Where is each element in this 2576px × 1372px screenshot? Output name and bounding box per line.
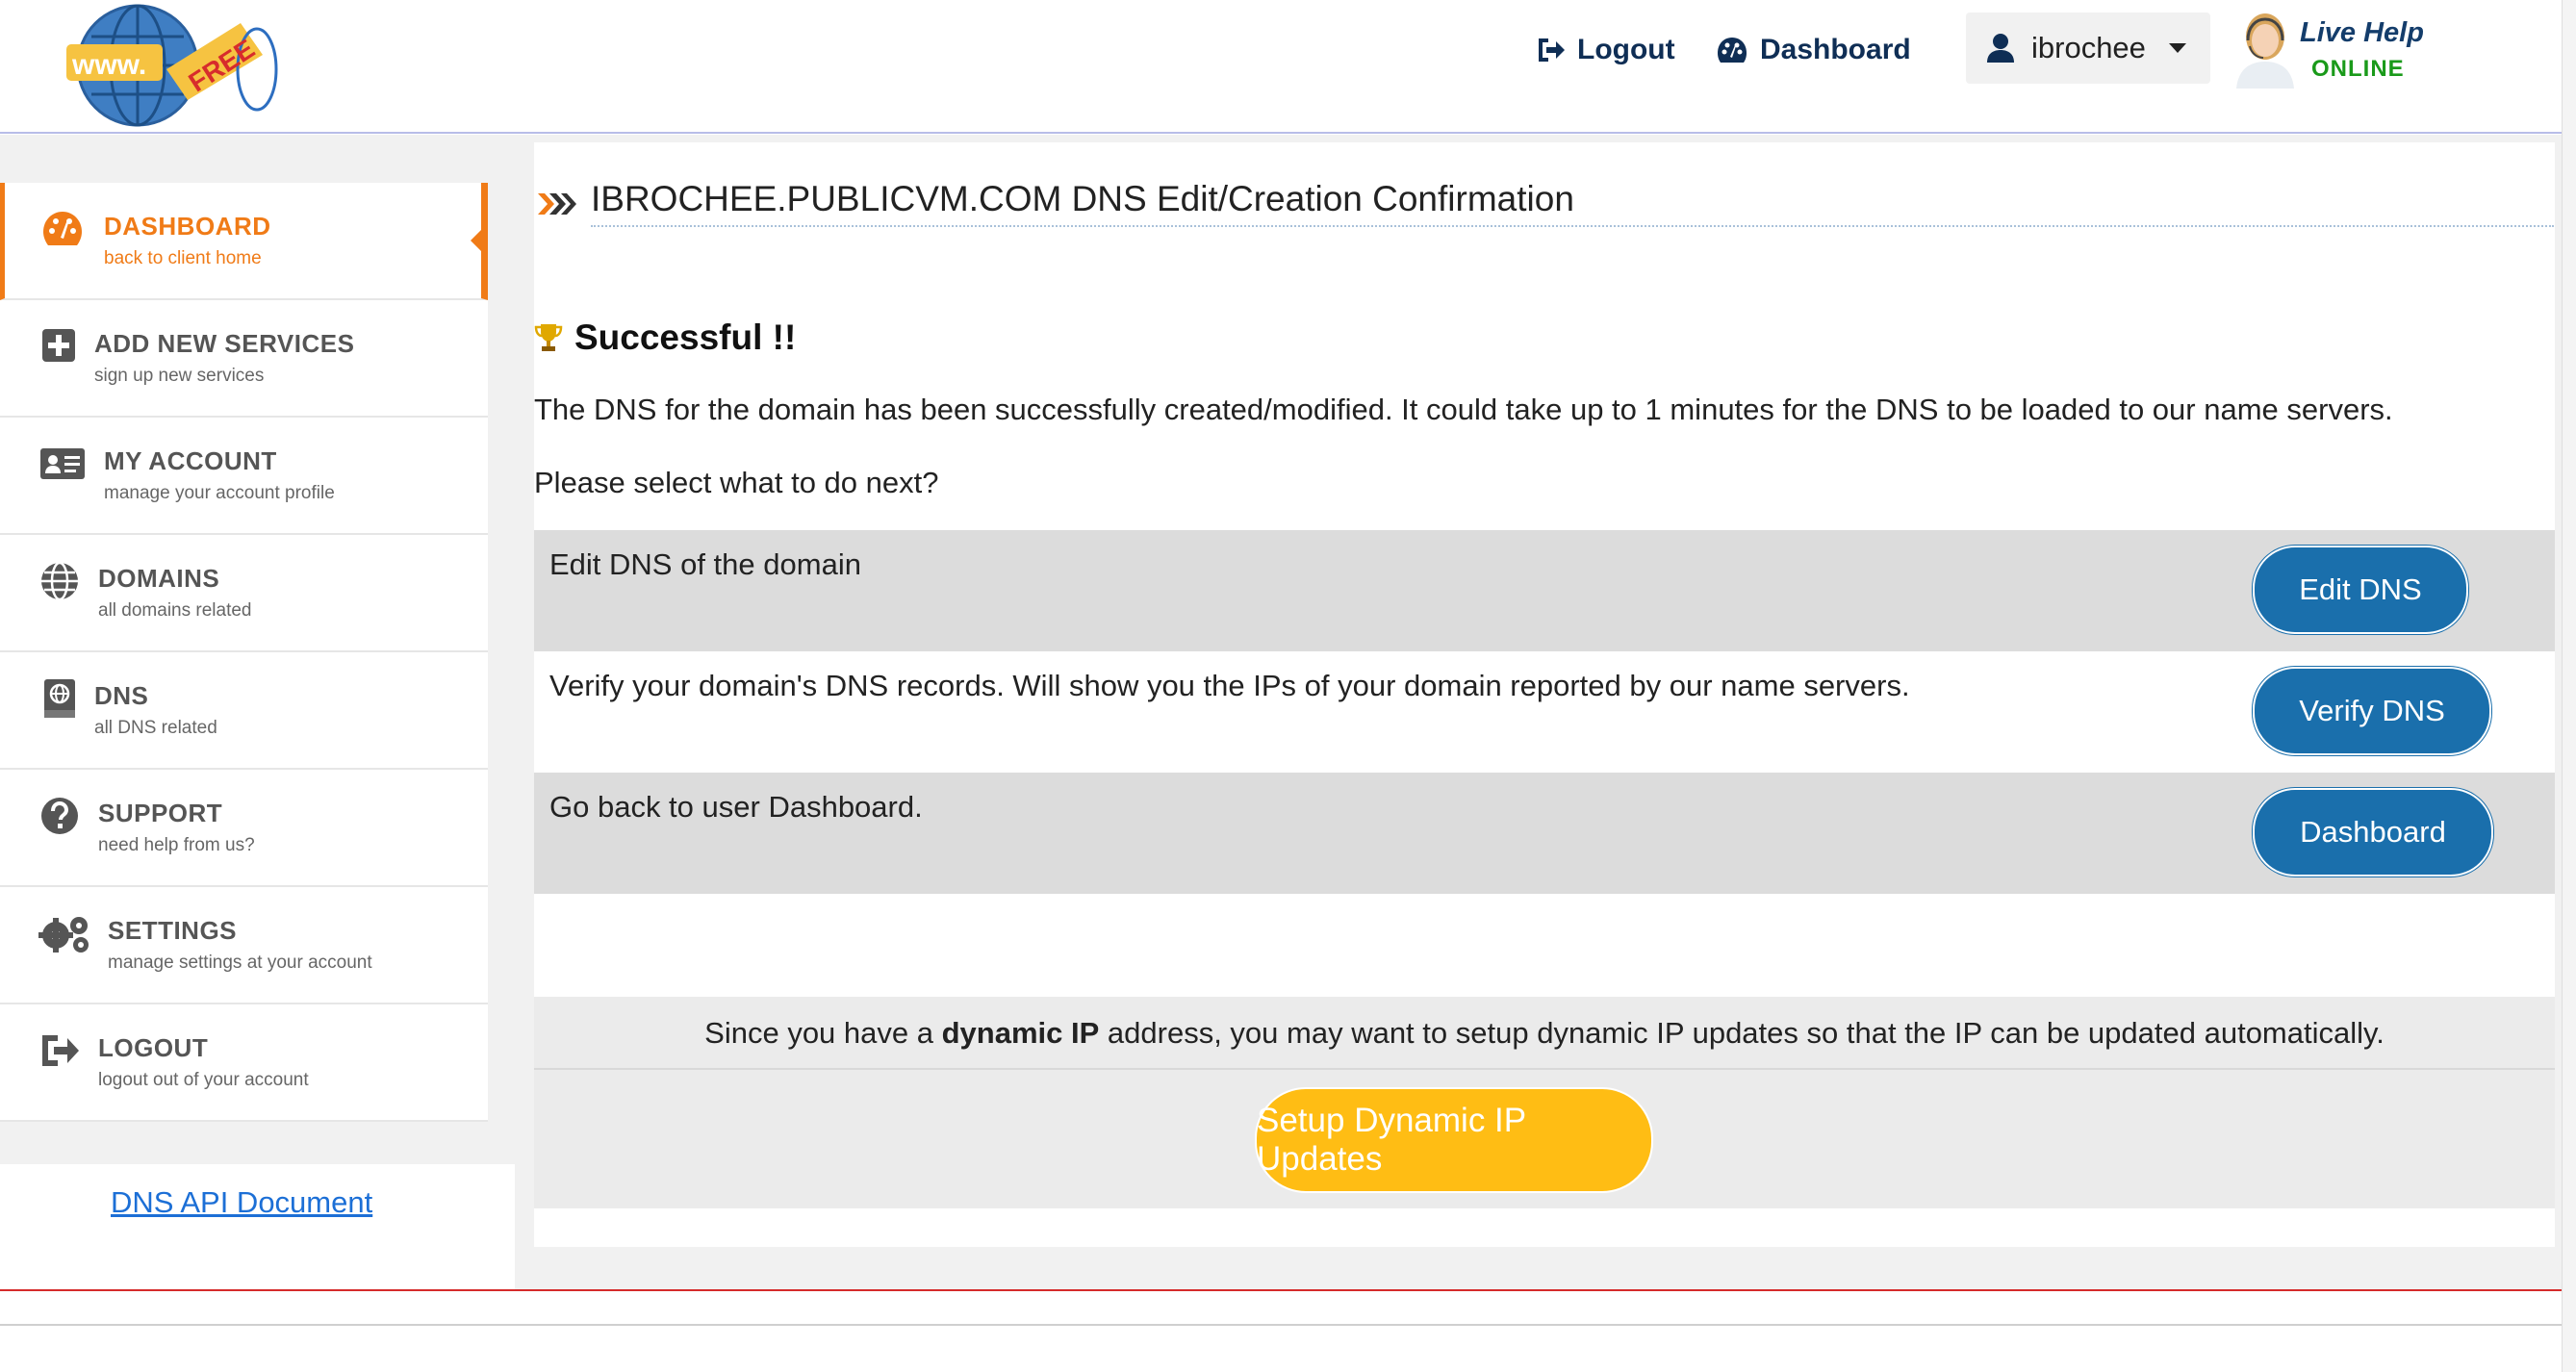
sidebar-item-subtitle: need help from us? [98, 835, 255, 855]
dashboard-button[interactable]: Dashboard [2253, 788, 2493, 877]
sidebar-item-title: ADD NEW SERVICES [94, 329, 355, 358]
divider [534, 1068, 2555, 1070]
option-row-verify-dns: Verify your domain's DNS records. Will s… [534, 651, 2555, 773]
dynamic-ip-suffix: address, you may want to setup dynamic I… [1099, 1016, 2385, 1050]
option-row-edit-dns: Edit DNS of the domain Edit DNS [534, 530, 2555, 651]
logout-icon [42, 1035, 79, 1066]
scrollbar-track[interactable] [2562, 0, 2576, 1372]
sidebar-item-subtitle: all domains related [98, 600, 252, 621]
top-header: www. FREE Logout Dashboard ibrochee Live… [0, 0, 2576, 134]
sidebar-item-my-account[interactable]: MY ACCOUNT manage your account profile [0, 418, 488, 535]
header-dashboard-label: Dashboard [1760, 34, 1911, 65]
sidebar-item-title: DNS [94, 681, 149, 710]
sidebar: DASHBOARD back to client home ADD NEW SE… [0, 135, 515, 1164]
header-logout-label: Logout [1577, 34, 1675, 65]
verify-dns-button[interactable]: Verify DNS [2253, 667, 2491, 755]
username-label: ibrochee [2031, 31, 2146, 64]
logout-icon [1539, 38, 1565, 62]
sidebar-item-subtitle: manage your account profile [104, 483, 335, 503]
sidebar-item-logout[interactable]: LOGOUT logout out of your account [0, 1004, 488, 1122]
live-help-title: Live Help [2300, 17, 2424, 48]
sidebar-item-dashboard[interactable]: DASHBOARD back to client home [0, 183, 488, 300]
sidebar-item-subtitle: sign up new services [94, 366, 265, 386]
sidebar-menu: DASHBOARD back to client home ADD NEW SE… [0, 183, 488, 1122]
footer-divider-red [0, 1289, 2562, 1291]
sidebar-item-title: MY ACCOUNT [104, 446, 277, 475]
sidebar-item-dns[interactable]: DNS all DNS related [0, 652, 488, 770]
support-agent-icon [2236, 13, 2294, 89]
option-text: Verify your domain's DNS records. Will s… [549, 669, 1910, 702]
live-help-widget[interactable]: Live Help ONLINE [2231, 8, 2461, 89]
dynamic-ip-section: Since you have a dynamic IP address, you… [534, 997, 2555, 1208]
id-card-icon [40, 448, 85, 479]
user-dropdown[interactable]: ibrochee [1966, 13, 2210, 84]
sidebar-item-title: SUPPORT [98, 799, 223, 827]
header-logout-link[interactable]: Logout [1535, 29, 1675, 71]
site-logo[interactable]: www. FREE [53, 2, 293, 127]
question-icon [41, 798, 78, 834]
panel-footer [534, 1212, 2555, 1245]
sidebar-item-subtitle: manage settings at your account [108, 953, 372, 973]
footer-divider-grey [0, 1324, 2562, 1326]
dns-api-document-link[interactable]: DNS API Document [111, 1185, 372, 1220]
dynamic-ip-bold: dynamic IP [941, 1016, 1100, 1050]
sidebar-item-subtitle: back to client home [104, 248, 262, 268]
chevron-down-icon [2168, 43, 2186, 53]
option-text: Edit DNS of the domain [549, 547, 861, 581]
success-heading: Successful !! [534, 318, 796, 358]
option-text: Go back to user Dashboard. [549, 790, 923, 824]
setup-dynamic-ip-button[interactable]: Setup Dynamic IP Updates [1255, 1087, 1653, 1193]
logo-text: www. [71, 49, 146, 81]
sidebar-item-add-new-services[interactable]: ADD NEW SERVICES sign up new services [0, 300, 488, 418]
sidebar-item-settings[interactable]: SETTINGS manage settings at your account [0, 887, 488, 1004]
next-step-prompt: Please select what to do next? [534, 466, 939, 499]
dynamic-ip-prefix: Since you have a [704, 1016, 942, 1050]
user-icon [1987, 34, 2014, 63]
sidebar-item-title: DASHBOARD [104, 212, 271, 241]
double-chevron-right-icon [538, 193, 576, 215]
sidebar-item-subtitle: all DNS related [94, 718, 217, 738]
live-help-status: ONLINE [2311, 56, 2405, 82]
sidebar-item-title: DOMAINS [98, 564, 220, 593]
sidebar-item-subtitle: logout out of your account [98, 1070, 309, 1090]
dashboard-icon [1718, 38, 1747, 63]
sidebar-item-title: SETTINGS [108, 916, 238, 945]
dashboard-icon [43, 212, 82, 245]
trophy-icon [534, 324, 563, 351]
success-message: The DNS for the domain has been successf… [534, 393, 2393, 426]
plus-square-icon [42, 329, 75, 362]
page-title: IBROCHEE.PUBLICVM.COM DNS Edit/Creation … [591, 179, 2554, 227]
edit-dns-button[interactable]: Edit DNS [2253, 546, 2468, 634]
sidebar-item-support[interactable]: SUPPORT need help from us? [0, 770, 488, 887]
sidebar-item-domains[interactable]: DOMAINS all domains related [0, 535, 488, 652]
dynamic-ip-notice: Since you have a dynamic IP address, you… [534, 1016, 2555, 1051]
header-dashboard-link[interactable]: Dashboard [1716, 29, 1911, 71]
gears-icon [38, 917, 89, 953]
sidebar-item-title: LOGOUT [98, 1033, 209, 1062]
option-row-dashboard: Go back to user Dashboard. Dashboard [534, 773, 2555, 894]
dns-book-icon [44, 679, 75, 718]
globe-icon [41, 561, 78, 601]
success-text: Successful !! [574, 318, 797, 357]
